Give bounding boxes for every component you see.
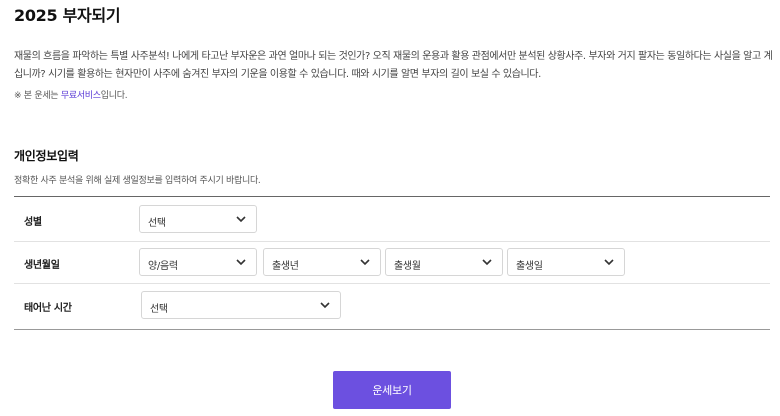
birthtime-row: 태어난 시간 선택	[14, 283, 770, 327]
calendar-type-select[interactable]: 양/음력	[139, 248, 257, 276]
birth-day-value: 출생일	[516, 261, 543, 272]
personal-info-form: 성별 선택 생년월일 양/음력 출생년 출생월 출생일 태어난 시간 선택	[14, 196, 770, 330]
birth-day-select[interactable]: 출생일	[507, 248, 625, 276]
section-title: 개인정보입력	[14, 149, 79, 163]
calendar-type-value: 양/음력	[148, 261, 178, 272]
chevron-down-icon	[320, 302, 330, 309]
birth-year-select[interactable]: 출생년	[263, 248, 381, 276]
page-title: 2025 부자되기	[14, 6, 121, 25]
birth-month-value: 출생월	[394, 261, 421, 272]
chevron-down-icon	[482, 259, 492, 266]
gender-select-value: 선택	[148, 218, 166, 229]
service-notice: ※ 본 운세는 무료서비스입니다.	[14, 89, 128, 103]
chevron-down-icon	[360, 259, 370, 266]
view-fortune-button[interactable]: 운세보기	[333, 371, 451, 409]
birthtime-select-value: 선택	[150, 304, 168, 315]
birth-year-value: 출생년	[272, 261, 299, 272]
birthtime-label: 태어난 시간	[24, 303, 72, 314]
gender-row: 성별 선택	[14, 197, 770, 242]
gender-select[interactable]: 선택	[139, 205, 257, 233]
section-description: 정확한 사주 분석을 위해 실제 생일정보를 입력하여 주시기 바랍니다.	[14, 176, 261, 186]
notice-suffix: 입니다.	[100, 91, 128, 101]
chevron-down-icon	[236, 259, 246, 266]
free-service-link[interactable]: 무료서비스	[61, 91, 101, 101]
birthdate-label: 생년월일	[24, 260, 60, 271]
birthdate-row: 생년월일 양/음력 출생년 출생월 출생일	[14, 241, 770, 284]
intro-text: 재물의 흐름을 파악하는 특별 사주분석! 나에게 타고난 부자운은 과연 얼마…	[14, 51, 773, 80]
chevron-down-icon	[236, 216, 246, 223]
birth-month-select[interactable]: 출생월	[385, 248, 503, 276]
gender-label: 성별	[24, 217, 42, 228]
birthtime-select[interactable]: 선택	[141, 291, 341, 319]
chevron-down-icon	[604, 259, 614, 266]
notice-prefix: ※ 본 운세는	[14, 91, 61, 101]
